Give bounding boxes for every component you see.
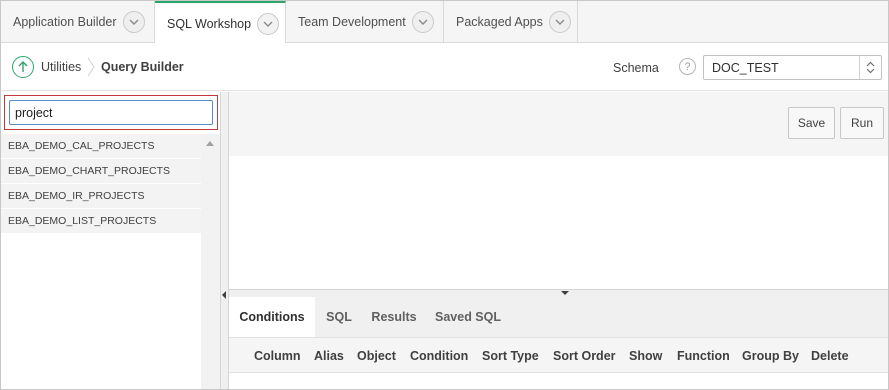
column-header: Column (254, 349, 301, 363)
column-header: Group By (742, 349, 799, 363)
tab-label: Application Builder (13, 15, 117, 29)
run-button[interactable]: Run (840, 107, 884, 139)
chevron-down-icon[interactable] (122, 11, 145, 33)
select-arrows-icon (859, 56, 881, 79)
scroll-up-arrow-icon[interactable] (206, 141, 214, 146)
tab-sql-workshop[interactable]: SQL Workshop (155, 1, 286, 44)
collapse-down-arrow-icon[interactable] (561, 291, 569, 295)
tab-application-builder[interactable]: Application Builder (1, 1, 155, 43)
list-item[interactable]: EBA_DEMO_CHART_PROJECTS (1, 159, 201, 184)
tab-label: SQL Workshop (167, 16, 252, 31)
tab-label: Packaged Apps (456, 15, 543, 29)
collapse-left-arrow-icon[interactable] (222, 291, 226, 299)
search-highlight-frame (4, 95, 218, 130)
column-header: Alias (314, 349, 344, 363)
schema-label: Schema (613, 61, 659, 75)
list-scrollbar[interactable] (201, 134, 220, 389)
horizontal-splitter[interactable] (229, 289, 888, 297)
list-item[interactable]: EBA_DEMO_CAL_PROJECTS (1, 134, 201, 159)
breadcrumb-separator-icon (87, 57, 95, 80)
tab-packaged-apps[interactable]: Packaged Apps (444, 1, 578, 43)
breadcrumb-utilities-link[interactable]: Utilities (41, 60, 81, 74)
query-tabs: Conditions SQL Results Saved SQL (229, 297, 888, 337)
table-search-input[interactable] (9, 100, 213, 125)
chevron-down-icon[interactable] (257, 12, 280, 35)
object-browser-panel: EBA_DEMO_CAL_PROJECTS EBA_DEMO_CHART_PRO… (1, 92, 221, 389)
arrow-up-circle-icon[interactable] (12, 56, 34, 78)
query-builder-page: Application Builder SQL Workshop Team De… (0, 0, 889, 390)
tab-saved-sql[interactable]: Saved SQL (425, 297, 511, 337)
chevron-down-icon[interactable] (411, 11, 434, 33)
table-list: EBA_DEMO_CAL_PROJECTS EBA_DEMO_CHART_PRO… (1, 134, 201, 389)
conditions-grid-body (229, 373, 888, 389)
tab-conditions[interactable]: Conditions (229, 297, 315, 337)
chevron-down-icon[interactable] (548, 11, 571, 33)
column-header: Function (677, 349, 730, 363)
schema-select[interactable]: DOC_TEST (703, 55, 882, 80)
column-header: Condition (410, 349, 469, 363)
design-canvas[interactable] (229, 156, 888, 289)
vertical-splitter[interactable] (221, 92, 229, 389)
column-header: Show (629, 349, 663, 363)
column-header: Delete (811, 349, 849, 363)
tab-results[interactable]: Results (363, 297, 425, 337)
conditions-grid-header: Column Alias Object Condition Sort Type … (229, 337, 888, 373)
tab-label: Team Development (298, 15, 406, 29)
designer-toolbar: Save Run (229, 92, 888, 156)
save-button[interactable]: Save (788, 107, 835, 139)
page-title: Query Builder (101, 60, 184, 74)
list-item[interactable]: EBA_DEMO_IR_PROJECTS (1, 184, 201, 209)
tab-sql[interactable]: SQL (315, 297, 363, 337)
help-icon[interactable]: ? (679, 58, 696, 75)
breadcrumb: Utilities Query Builder Schema ? DOC_TES… (1, 43, 888, 91)
tab-team-development[interactable]: Team Development (286, 1, 444, 43)
schema-select-value: DOC_TEST (712, 61, 779, 75)
column-header: Sort Type (482, 349, 539, 363)
column-header: Sort Order (553, 349, 616, 363)
column-header: Object (357, 349, 396, 363)
main-tab-bar: Application Builder SQL Workshop Team De… (1, 1, 888, 44)
list-item[interactable]: EBA_DEMO_LIST_PROJECTS (1, 209, 201, 234)
